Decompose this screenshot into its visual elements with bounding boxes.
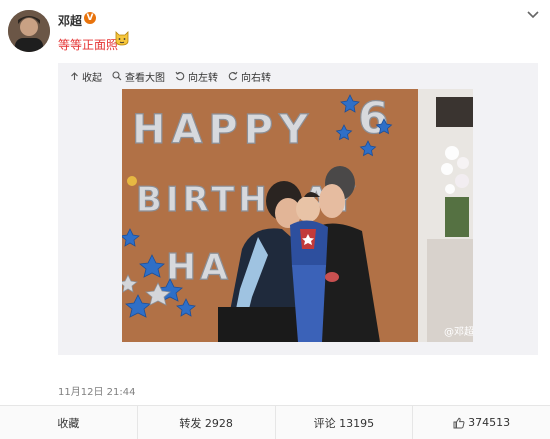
view-large-label: 查看大图 <box>125 72 165 84</box>
balloon-text-happy: HAPPY <box>132 107 314 153</box>
action-bar: 收藏 转发 2928 评论 13195 374513 <box>0 405 550 439</box>
thumbs-up-icon <box>453 417 465 428</box>
cat-face-emoji-icon <box>114 30 130 46</box>
chevron-down-icon[interactable] <box>526 9 540 19</box>
arrow-up-icon <box>71 71 78 80</box>
verified-badge-icon: V <box>84 12 96 24</box>
post-text: 等等正面照 <box>58 38 119 52</box>
author-name[interactable]: 邓超 <box>58 12 82 29</box>
repost-label: 转发 2928 <box>179 416 233 430</box>
like-button[interactable]: 374513 <box>412 406 550 439</box>
post-timestamp[interactable]: 11月12日 21:44 <box>58 383 135 398</box>
image-toolbar: 收起 查看大图 向左转 向右转 <box>70 68 281 84</box>
rotate-right-button[interactable]: 向右转 <box>228 69 271 84</box>
photo-watermark: @邓超 <box>444 325 473 338</box>
comment-button[interactable]: 评论 13195 <box>274 406 413 439</box>
rotate-left-label: 向左转 <box>188 72 218 84</box>
favorite-button[interactable]: 收藏 <box>0 406 137 439</box>
rotate-right-label: 向右转 <box>241 72 271 84</box>
magnifier-icon <box>112 71 122 81</box>
rotate-right-icon <box>228 71 238 81</box>
comment-label: 评论 13195 <box>313 416 375 430</box>
favorite-label: 收藏 <box>57 416 80 430</box>
weibo-post-card: 邓超 V 等等正面照 收起 查看大图 向左转 向右转 HAPPY BIRTHDA… <box>0 0 550 439</box>
avatar[interactable] <box>8 10 50 52</box>
rotate-left-icon <box>175 71 185 81</box>
like-count: 374513 <box>468 416 511 429</box>
rotate-left-button[interactable]: 向左转 <box>175 69 218 84</box>
balloon-text-ha: HA <box>166 247 232 288</box>
post-photo[interactable]: HAPPY BIRTHDAY HA 6 @邓超 <box>122 89 473 342</box>
view-large-button[interactable]: 查看大图 <box>112 69 165 84</box>
repost-button[interactable]: 转发 2928 <box>136 406 275 439</box>
collapse-button[interactable]: 收起 <box>70 69 102 84</box>
collapse-label: 收起 <box>82 72 102 84</box>
